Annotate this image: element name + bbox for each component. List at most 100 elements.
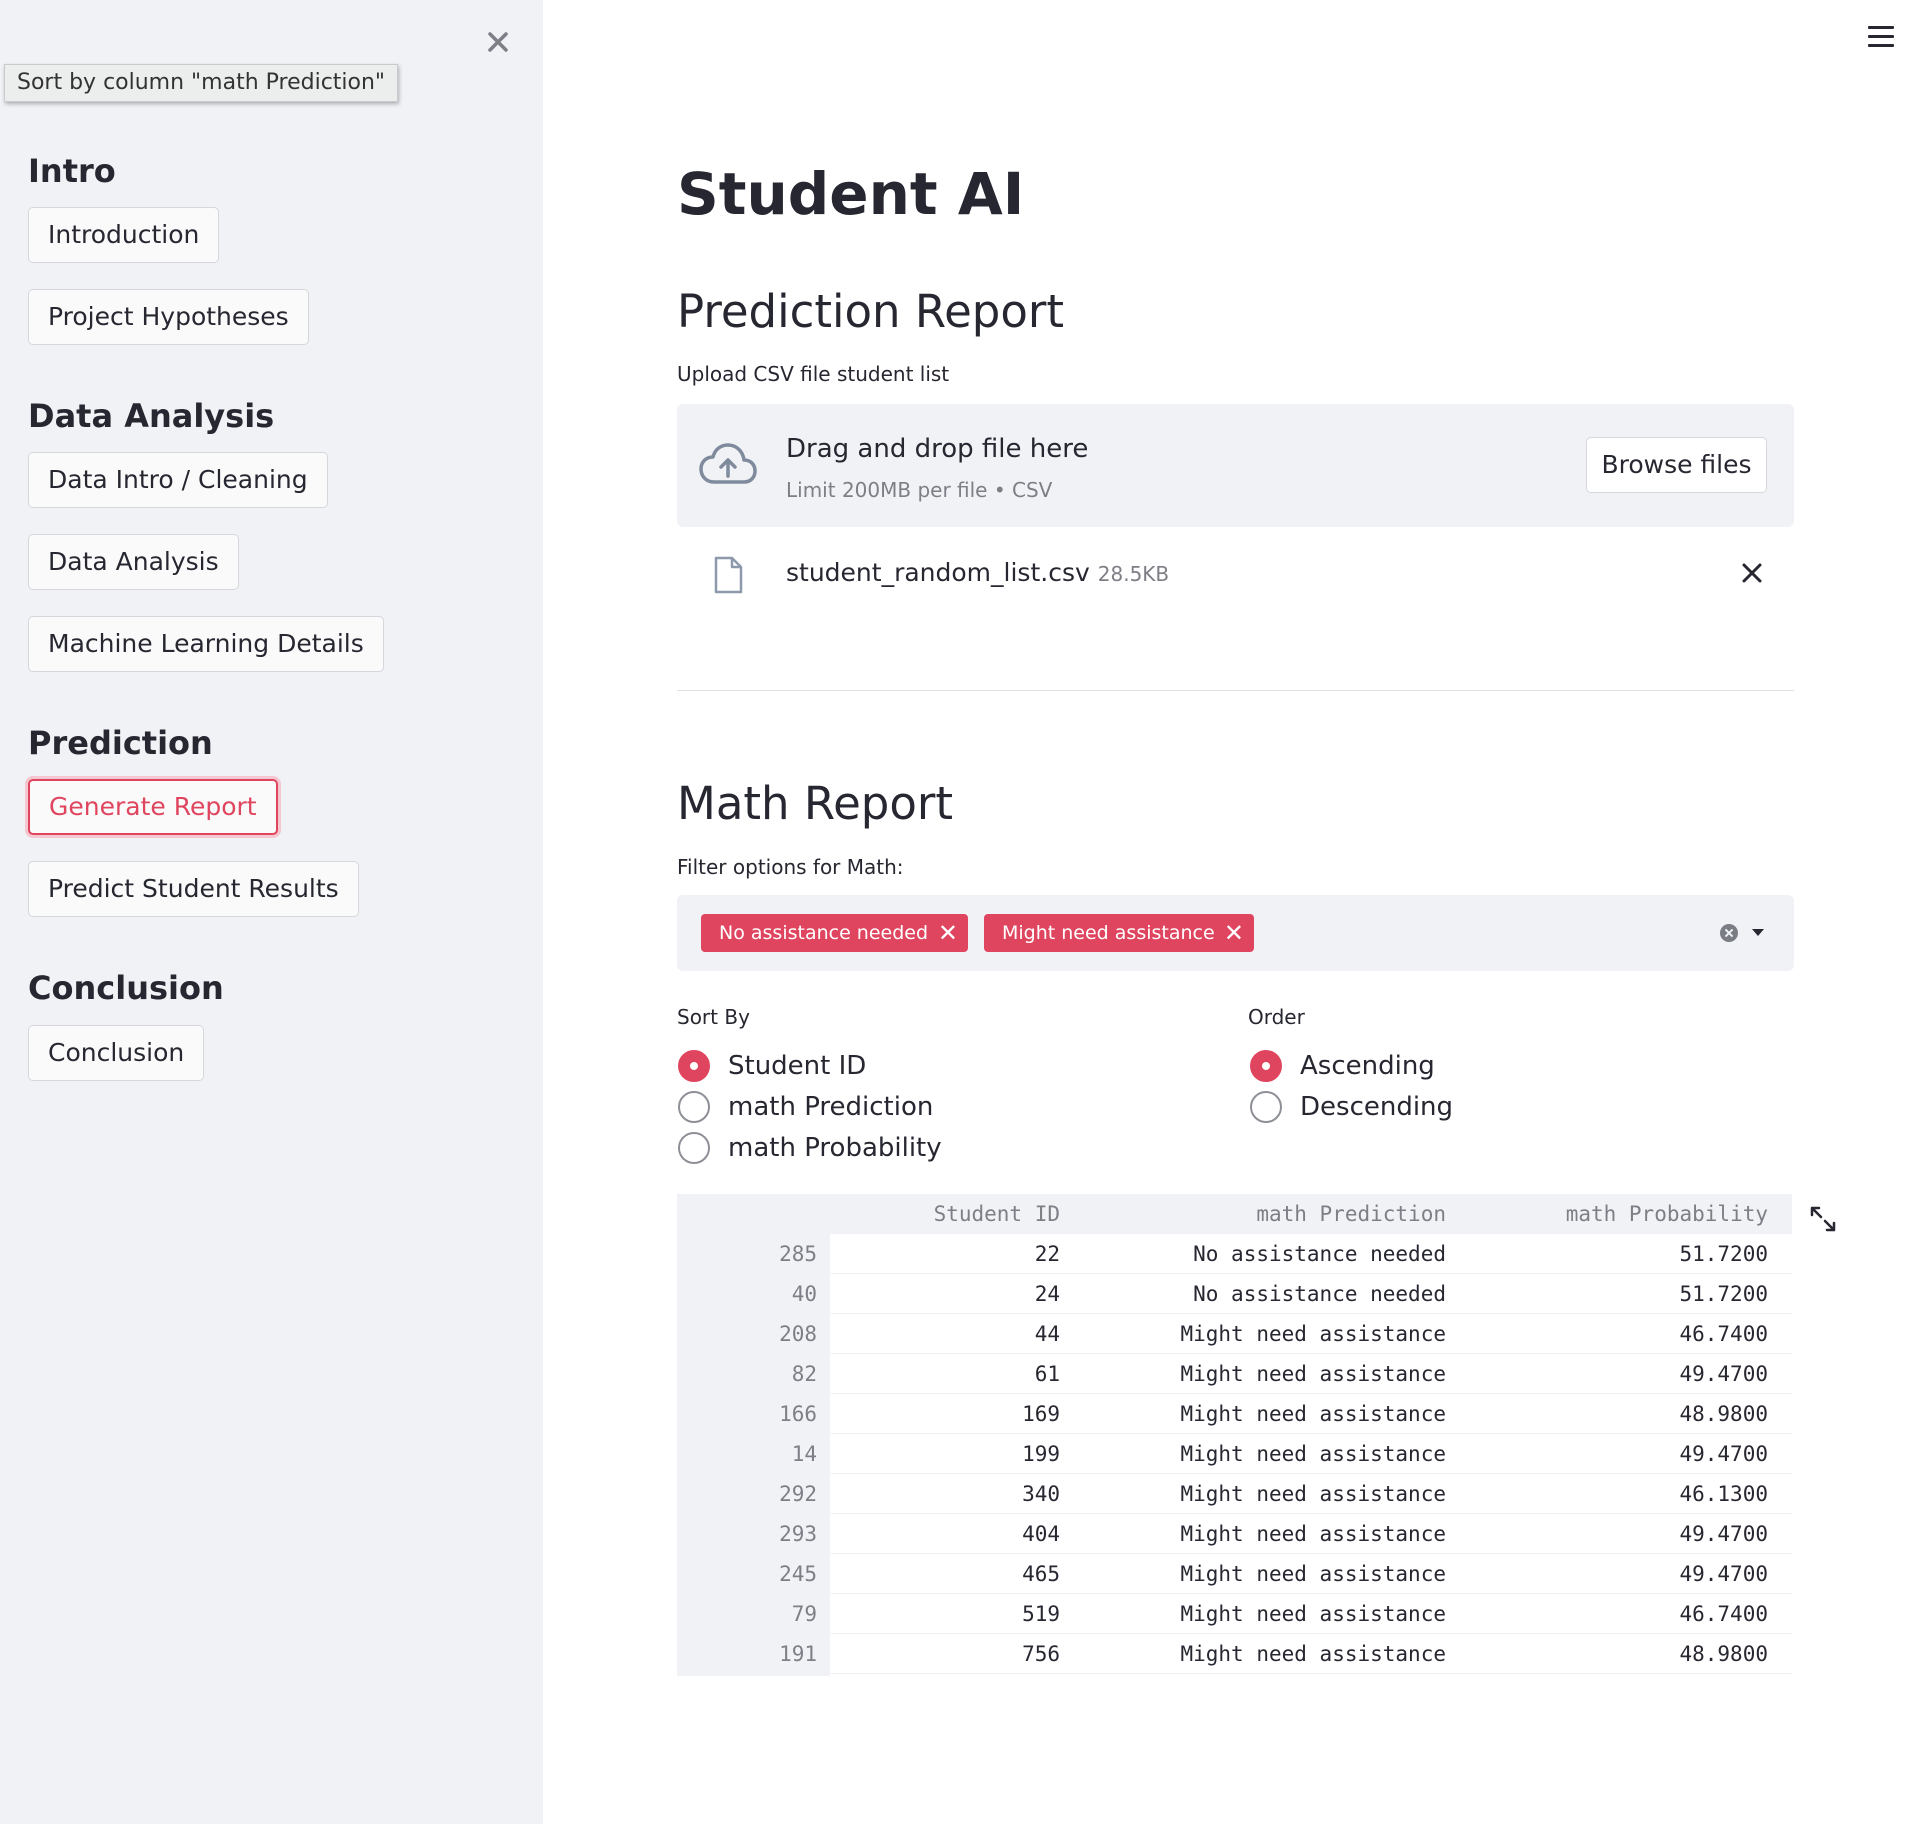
remove-tag-icon[interactable]: ✕ xyxy=(1224,914,1244,952)
file-icon xyxy=(714,556,743,594)
row-index-cell: 293 xyxy=(779,1522,817,1546)
order-radio-ascending[interactable]: Ascending xyxy=(1250,1049,1435,1083)
upload-label: Upload CSV file student list xyxy=(677,362,950,386)
uploaded-file-name: student_random_list.csv 28.5KB xyxy=(786,558,1169,587)
browse-files-button[interactable]: Browse files xyxy=(1586,437,1767,493)
uploaded-file-row: student_random_list.csv 28.5KB xyxy=(677,548,1794,598)
order-label: Order xyxy=(1248,1005,1305,1029)
filter-tag-label: Might need assistance xyxy=(1002,922,1215,944)
row-index-cell: 285 xyxy=(779,1242,817,1266)
column-header-math-prediction[interactable]: math Prediction xyxy=(1060,1194,1446,1234)
page-title: Student AI xyxy=(677,160,1025,228)
filter-label: Filter options for Math: xyxy=(677,855,904,879)
radio-label: Student ID xyxy=(728,1051,867,1081)
math-prediction-cell: No assistance needed xyxy=(1193,1242,1446,1266)
sort-radio-math-probability[interactable]: math Probability xyxy=(678,1131,942,1165)
sidebar-close-button[interactable] xyxy=(478,22,518,62)
sort-radio-math-prediction[interactable]: math Prediction xyxy=(678,1090,933,1124)
chevron-down-icon[interactable] xyxy=(1752,929,1764,936)
math-prediction-cell: Might need assistance xyxy=(1180,1522,1446,1546)
student-id-cell: 199 xyxy=(1022,1442,1060,1466)
radio-button-checked xyxy=(1250,1050,1282,1082)
remove-file-icon xyxy=(1742,563,1762,583)
close-icon xyxy=(488,32,508,52)
student-id-cell: 61 xyxy=(1034,1362,1060,1386)
sort-by-label: Sort By xyxy=(677,1005,750,1029)
math-probability-cell: 48.9800 xyxy=(1679,1642,1768,1666)
remove-tag-icon[interactable]: ✕ xyxy=(938,914,958,952)
student-id-cell: 44 xyxy=(1034,1322,1060,1346)
table-row[interactable]: 191 756 Might need assistance 48.9800 xyxy=(677,1634,1792,1674)
table-row[interactable]: 14 199 Might need assistance 49.4700 xyxy=(677,1434,1792,1474)
student-id-cell: 24 xyxy=(1034,1282,1060,1306)
student-id-cell: 404 xyxy=(1022,1522,1060,1546)
section-heading-conclusion: Conclusion xyxy=(28,969,224,1007)
student-id-cell: 340 xyxy=(1022,1482,1060,1506)
row-index-cell: 245 xyxy=(779,1562,817,1586)
math-prediction-cell: Might need assistance xyxy=(1180,1402,1446,1426)
row-index-cell: 191 xyxy=(779,1642,817,1666)
student-id-cell: 756 xyxy=(1022,1642,1060,1666)
remove-file-button[interactable] xyxy=(1737,558,1767,588)
divider xyxy=(677,690,1794,691)
row-index-cell: 79 xyxy=(791,1602,817,1626)
conclusion-button[interactable]: Conclusion xyxy=(28,1025,205,1081)
row-index-cell: 40 xyxy=(791,1282,817,1306)
table-row[interactable]: 82 61 Might need assistance 49.4700 xyxy=(677,1354,1792,1394)
file-uploader-dropzone[interactable]: Drag and drop file here Limit 200MB per … xyxy=(677,404,1794,527)
table-row[interactable]: 292 340 Might need assistance 46.1300 xyxy=(677,1474,1792,1514)
student-id-cell: 22 xyxy=(1034,1242,1060,1266)
math-report-heading: Math Report xyxy=(677,777,954,830)
student-id-cell: 169 xyxy=(1022,1402,1060,1426)
math-probability-cell: 51.7200 xyxy=(1679,1282,1768,1306)
table-row[interactable]: 208 44 Might need assistance 46.7400 xyxy=(677,1314,1792,1354)
upload-limit-text: Limit 200MB per file • CSV xyxy=(786,478,1053,502)
machine-learning-details-button[interactable]: Machine Learning Details xyxy=(28,616,384,672)
table-row[interactable]: 166 169 Might need assistance 48.9800 xyxy=(677,1394,1792,1434)
math-probability-cell: 46.1300 xyxy=(1679,1482,1768,1506)
data-analysis-button[interactable]: Data Analysis xyxy=(28,534,239,590)
table-row[interactable]: 40 24 No assistance needed 51.7200 xyxy=(677,1274,1792,1314)
math-probability-cell: 49.4700 xyxy=(1679,1522,1768,1546)
data-intro-cleaning-button[interactable]: Data Intro / Cleaning xyxy=(28,452,328,508)
predict-student-results-button[interactable]: Predict Student Results xyxy=(28,861,359,917)
section-heading-prediction: Prediction xyxy=(28,724,213,762)
row-index-cell: 14 xyxy=(791,1442,817,1466)
column-header-student-id[interactable]: Student ID xyxy=(837,1194,1060,1234)
file-size: 28.5KB xyxy=(1097,562,1170,586)
sidebar: Sort by column "math Prediction" Intro I… xyxy=(0,0,543,1824)
math-prediction-cell: No assistance needed xyxy=(1193,1282,1446,1306)
radio-label: math Prediction xyxy=(728,1092,934,1122)
sort-radio-student-id[interactable]: Student ID xyxy=(678,1049,866,1083)
math-filter-multiselect[interactable]: No assistance needed ✕ Might need assist… xyxy=(677,895,1794,971)
file-name-text: student_random_list.csv xyxy=(786,558,1090,587)
column-header-math-probability[interactable]: math Probability xyxy=(1446,1194,1768,1234)
menu-icon[interactable] xyxy=(1868,26,1894,52)
math-probability-cell: 51.7200 xyxy=(1679,1242,1768,1266)
math-prediction-cell: Might need assistance xyxy=(1180,1642,1446,1666)
math-report-table[interactable]: Student ID math Prediction math Probabil… xyxy=(677,1194,1792,1676)
table-row[interactable]: 285 22 No assistance needed 51.7200 xyxy=(677,1234,1792,1274)
row-index-cell: 292 xyxy=(779,1482,817,1506)
radio-button-checked xyxy=(678,1050,710,1082)
project-hypotheses-button[interactable]: Project Hypotheses xyxy=(28,289,309,345)
math-prediction-cell: Might need assistance xyxy=(1180,1322,1446,1346)
table-row[interactable]: 245 465 Might need assistance 49.4700 xyxy=(677,1554,1792,1594)
clear-all-icon[interactable] xyxy=(1720,924,1738,942)
generate-report-button[interactable]: Generate Report xyxy=(28,779,278,835)
student-id-cell: 465 xyxy=(1022,1562,1060,1586)
order-radio-descending[interactable]: Descending xyxy=(1250,1090,1453,1124)
upload-cloud-icon xyxy=(699,443,757,484)
radio-button xyxy=(678,1132,710,1164)
filter-tag-no-assistance: No assistance needed ✕ xyxy=(701,914,968,952)
introduction-button[interactable]: Introduction xyxy=(28,207,220,263)
math-prediction-cell: Might need assistance xyxy=(1180,1482,1446,1506)
fullscreen-icon[interactable] xyxy=(1810,1206,1836,1232)
filter-tag-label: No assistance needed xyxy=(719,922,929,944)
radio-label: math Probability xyxy=(728,1133,942,1163)
table-row[interactable]: 293 404 Might need assistance 49.4700 xyxy=(677,1514,1792,1554)
table-row[interactable]: 79 519 Might need assistance 46.7400 xyxy=(677,1594,1792,1634)
math-probability-cell: 46.7400 xyxy=(1679,1602,1768,1626)
row-index-cell: 82 xyxy=(791,1362,817,1386)
math-probability-cell: 48.9800 xyxy=(1679,1402,1768,1426)
